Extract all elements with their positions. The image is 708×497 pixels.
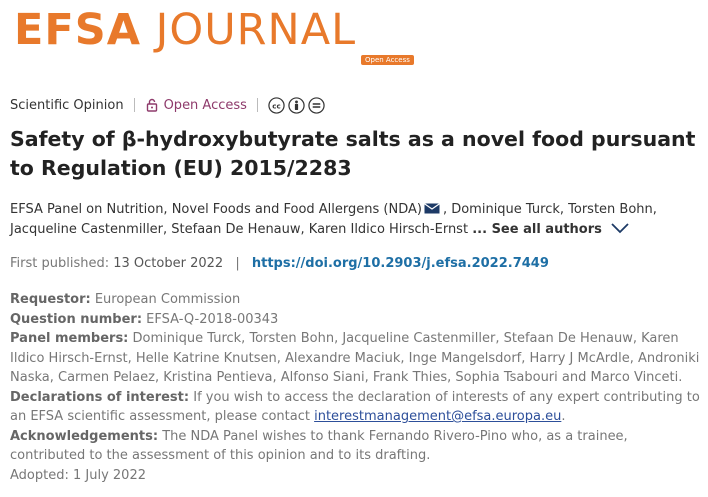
- declarations-label: Declarations of interest:: [10, 389, 190, 405]
- requestor-label: Requestor:: [10, 292, 91, 307]
- efsa-journal-logo[interactable]: EFSA JOURNAL Open Access: [14, 4, 414, 66]
- question-label: Question number:: [10, 311, 143, 327]
- adopted-line: Adopted: 1 July 2022: [10, 467, 146, 483]
- attribution-icon[interactable]: [288, 96, 305, 114]
- publication-date: 13 October 2022: [113, 256, 224, 271]
- author-link[interactable]: Stefaan De Henauw: [171, 222, 300, 237]
- author-list: EFSA Panel on Nutrition, Novel Foods and…: [10, 202, 657, 237]
- author-link[interactable]: Karen Ildico Hirsch-Ernst: [309, 222, 468, 237]
- publication-row: First published: 13 October 2022 | https…: [10, 256, 549, 271]
- divider: [256, 98, 258, 112]
- logo-open-access-tag: Open Access: [361, 55, 414, 65]
- article-type: Scientific Opinion: [10, 97, 124, 113]
- author-link[interactable]: Jacqueline Castenmiller: [10, 222, 163, 237]
- creative-commons-icon[interactable]: cc: [268, 96, 285, 114]
- open-access-label: Open Access: [163, 97, 247, 113]
- see-all-authors-button[interactable]: ... See all authors: [472, 222, 630, 237]
- author-link[interactable]: Torsten Bohn: [568, 202, 653, 217]
- see-all-authors-label: See all authors: [491, 222, 602, 237]
- question-value: EFSA-Q-2018-00343: [146, 311, 279, 327]
- logo-efsa-text: EFSA: [14, 5, 141, 55]
- logo-journal-text: JOURNAL: [155, 5, 357, 55]
- requestor-line: Requestor: European Commission: [10, 290, 700, 310]
- declarations-line: Declarations of interest: If you wish to…: [10, 388, 700, 427]
- envelope-icon[interactable]: [424, 203, 440, 214]
- license-icons[interactable]: cc: [268, 96, 325, 114]
- acknowledgements-line: Acknowledgements: The NDA Panel wishes t…: [10, 427, 700, 466]
- open-lock-icon: [146, 98, 157, 112]
- author-link[interactable]: EFSA Panel on Nutrition, Novel Foods and…: [10, 202, 422, 217]
- article-details: Requestor: European Commission Question …: [10, 290, 700, 485]
- email-link[interactable]: interestmanagement@efsa.europa.eu: [314, 409, 561, 424]
- article-meta-row: Scientific Opinion Open Access cc: [10, 96, 325, 114]
- panel-label: Panel members:: [10, 331, 129, 346]
- requestor-value: European Commission: [94, 292, 241, 307]
- question-line: Question number: EFSA-Q-2018-00343: [10, 310, 700, 330]
- article-title: Safety of β-hydroxybutyrate salts as a n…: [10, 127, 696, 180]
- panel-line: Panel members: Dominique Turck, Torsten …: [10, 329, 700, 388]
- declarations-end: .: [561, 409, 566, 424]
- separator: |: [235, 256, 240, 271]
- no-derivatives-icon[interactable]: [308, 96, 325, 114]
- first-published-label: First published:: [10, 256, 110, 271]
- divider: [133, 98, 135, 112]
- doi-link[interactable]: https://doi.org/10.2903/j.efsa.2022.7449: [252, 256, 549, 271]
- ellipsis: ...: [472, 222, 488, 237]
- svg-text:cc: cc: [272, 101, 280, 110]
- chevron-down-icon: [611, 223, 629, 234]
- author-link[interactable]: Dominique Turck: [451, 202, 560, 217]
- acknowledgements-label: Acknowledgements:: [10, 428, 159, 444]
